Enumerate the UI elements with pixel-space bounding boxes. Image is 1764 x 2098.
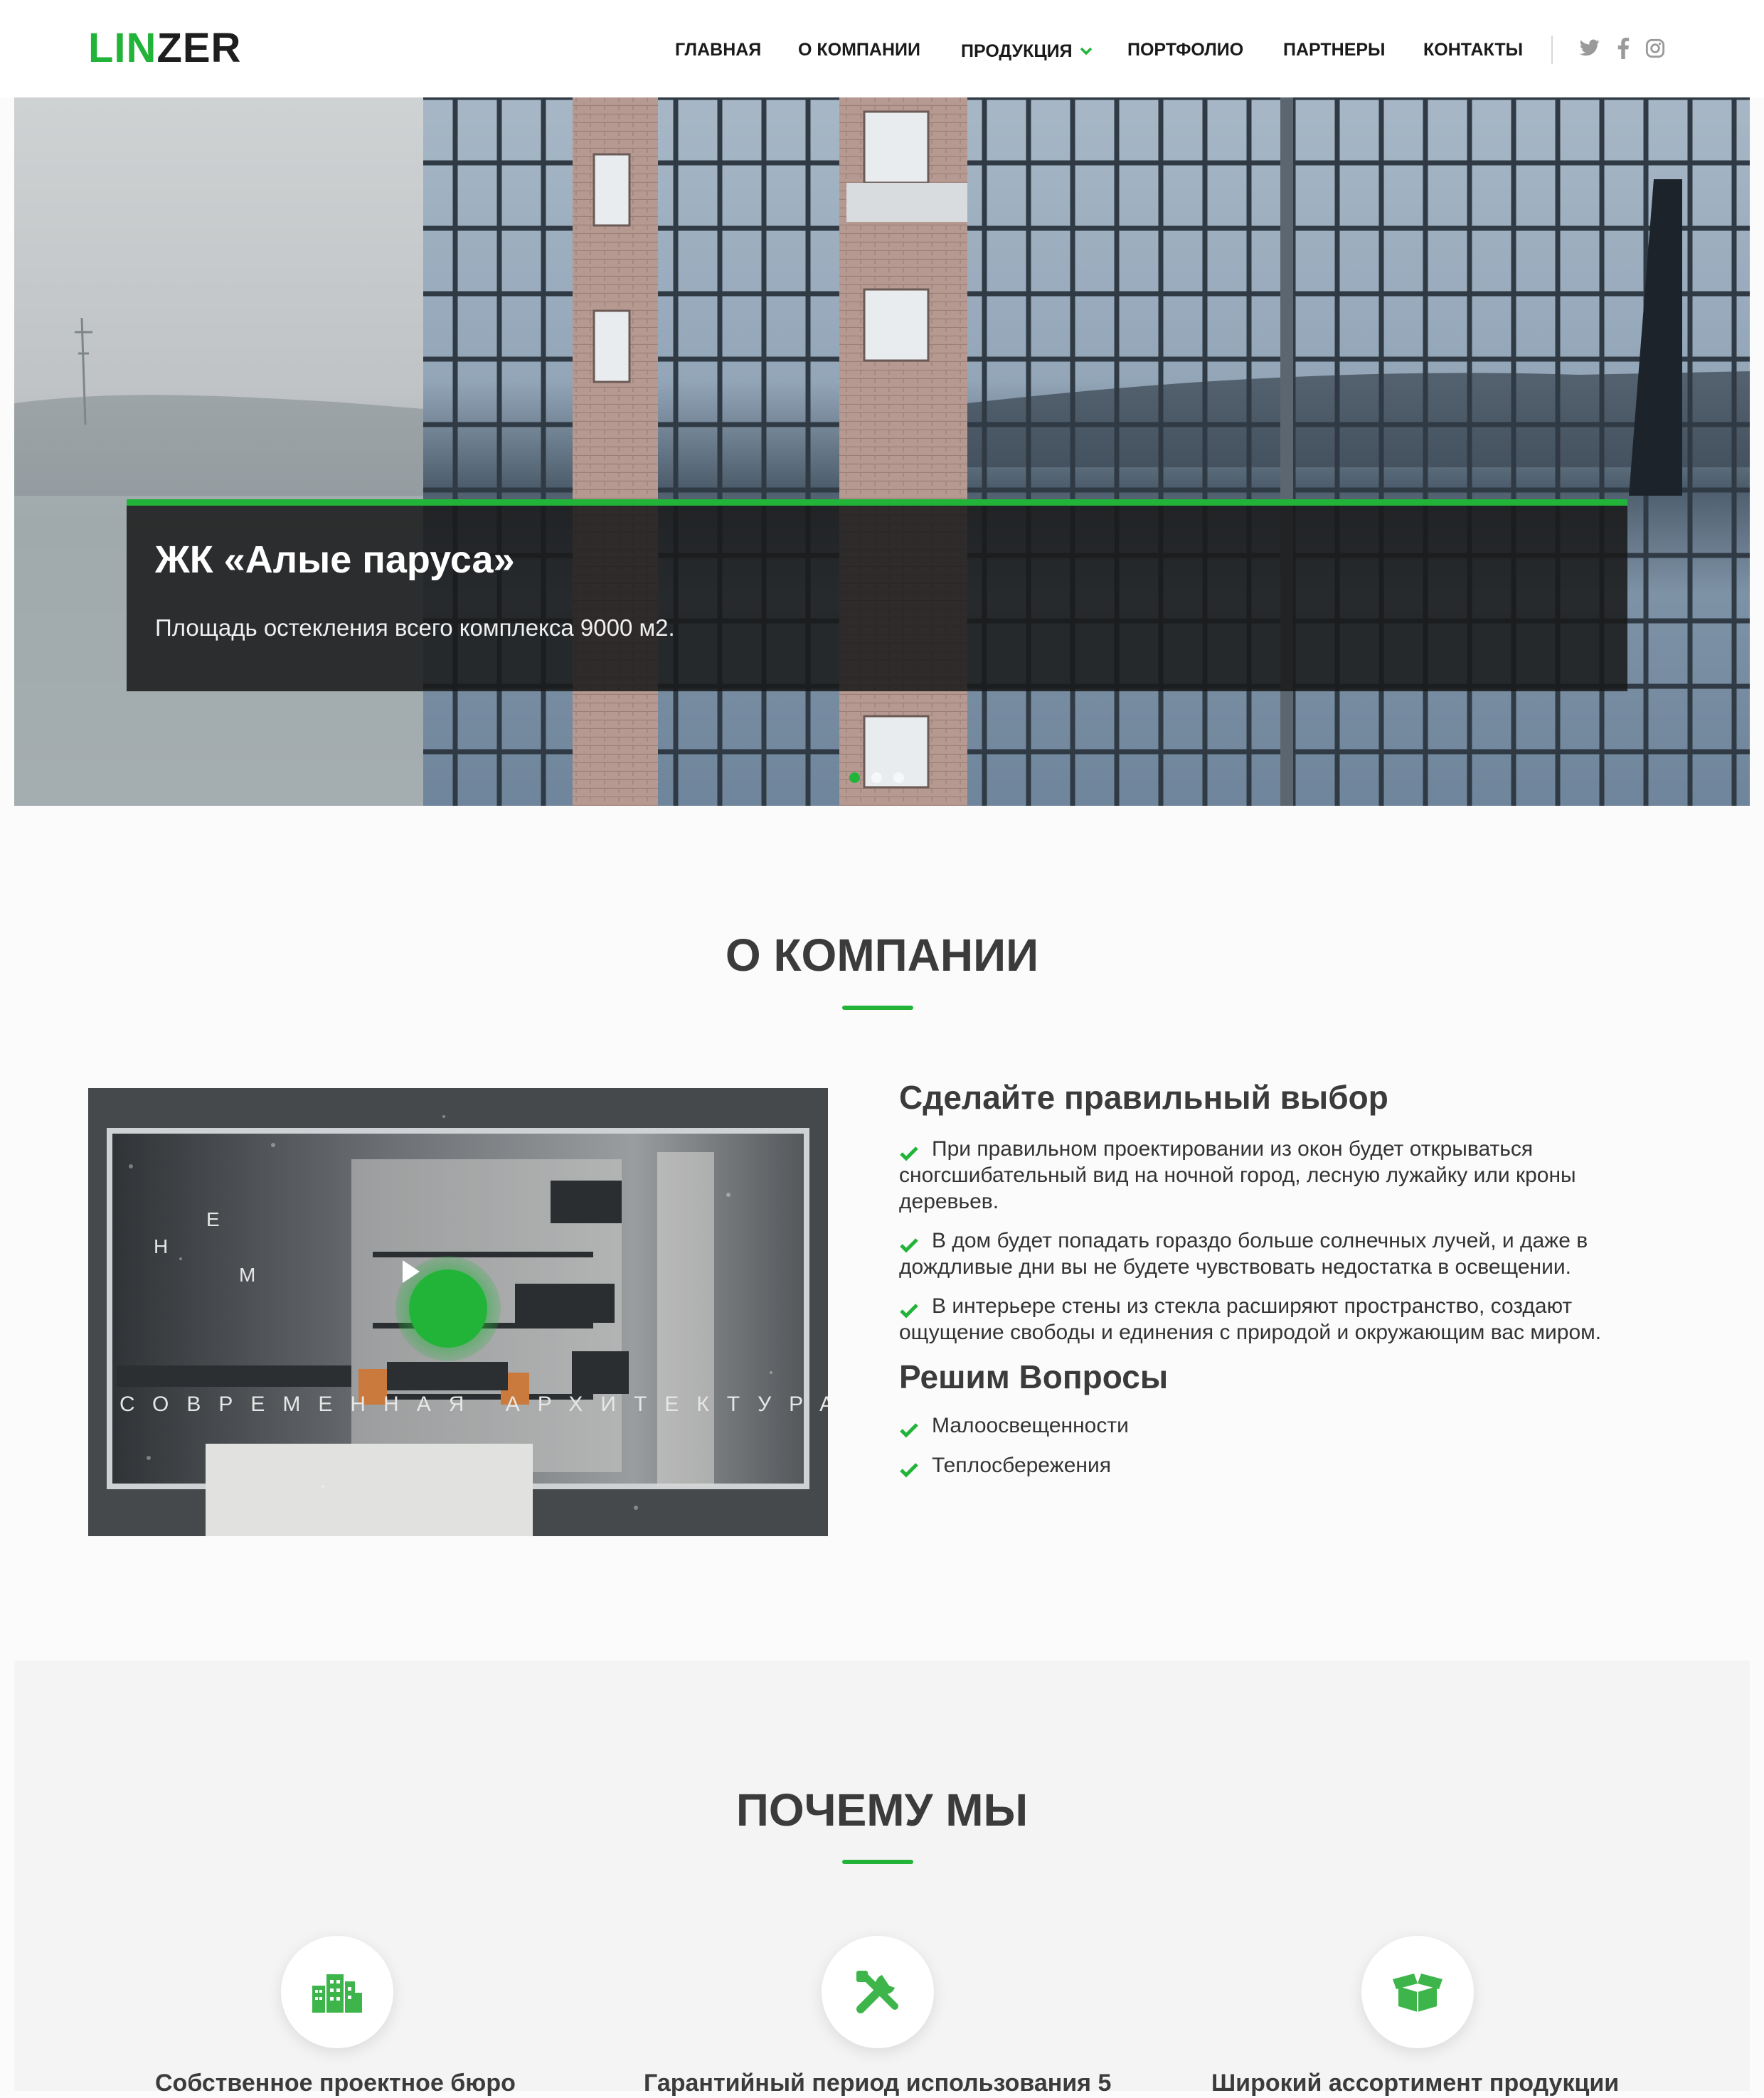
- check-icon: [899, 1141, 919, 1168]
- issue-text: Малоосвещенности: [932, 1414, 1129, 1437]
- list-item: Теплосбережения: [899, 1452, 1646, 1479]
- check-icon: [899, 1299, 919, 1325]
- logo-part-green: LIN: [88, 25, 157, 71]
- check-icon: [899, 1458, 919, 1484]
- building-icon: [312, 1974, 362, 2013]
- box-icon: [1393, 1974, 1442, 2012]
- about-section-title: О КОМПАНИИ: [725, 930, 1039, 981]
- nav-item-partners[interactable]: ПАРТНЕРЫ: [1283, 37, 1386, 63]
- about-text-column: Сделайте правильный выбор При правильном…: [899, 1077, 1646, 1479]
- check-icon: [899, 1418, 919, 1444]
- instagram-icon[interactable]: [1643, 36, 1667, 61]
- site-logo[interactable]: LINZER: [88, 26, 241, 71]
- why-section-title: ПОЧЕМУ МЫ: [735, 1784, 1029, 1836]
- issue-text: Теплосбережения: [932, 1454, 1111, 1477]
- list-item: В дом будет попадать гораздо больше солн…: [899, 1228, 1646, 1280]
- logo-part-dark: ZER: [156, 25, 242, 71]
- video-overlay-letter: Е: [206, 1208, 220, 1230]
- nav-item-portfolio[interactable]: ПОРТФОЛИО: [1127, 37, 1243, 63]
- why-title-underline: [842, 1860, 913, 1864]
- slider-dot[interactable]: [849, 772, 860, 783]
- about-title-underline: [842, 1006, 913, 1010]
- play-button[interactable]: [395, 1256, 501, 1361]
- nav-divider: [1551, 36, 1553, 64]
- slider-dot[interactable]: [893, 772, 904, 783]
- nav-item-about[interactable]: О КОМПАНИИ: [798, 37, 920, 63]
- nav-item-home[interactable]: ГЛАВНАЯ: [675, 37, 761, 63]
- video-overlay-letter: Н: [154, 1235, 169, 1257]
- issues-heading: Решим Вопросы: [899, 1358, 1169, 1395]
- play-icon: [403, 1260, 420, 1283]
- feature-title: Широкий ассортимент продукции: [1211, 2070, 1620, 2097]
- video-overlay-text: СОВРЕМЕННАЯ АРХИТЕКТУРА: [119, 1393, 828, 1416]
- feature-icon-circle: [281, 1936, 393, 2048]
- twitter-icon[interactable]: [1578, 36, 1602, 61]
- facebook-icon[interactable]: [1611, 36, 1635, 61]
- feature-icon-circle: [1361, 1936, 1474, 2048]
- hero-slider: ЖК «Алые паруса» Площадь остекления всег…: [14, 97, 1750, 806]
- chevron-down-icon: [1080, 37, 1093, 63]
- tools-icon: [856, 1971, 898, 2013]
- list-item: В интерьере стены из стекла расширяют пр…: [899, 1293, 1646, 1346]
- hero-building-image: [14, 97, 1750, 806]
- slide-title: ЖК «Алые паруса»: [155, 538, 515, 581]
- slide-caption: ЖК «Алые паруса» Площадь остекления всег…: [127, 499, 1627, 691]
- list-item: При правильном проектировании из окон бу…: [899, 1136, 1646, 1215]
- nav-item-contacts[interactable]: КОНТАКТЫ: [1423, 37, 1523, 63]
- benefit-text: В интерьере стены из стекла расширяют пр…: [899, 1294, 1602, 1344]
- feature-title: Собственное проектное бюро: [155, 2070, 516, 2097]
- feature-icon-circle: [822, 1936, 934, 2048]
- nav-item-products[interactable]: ПРОДУКЦИЯ: [961, 37, 1093, 64]
- issues-list: Малоосвещенности Теплосбережения: [899, 1412, 1646, 1479]
- benefit-text: В дом будет попадать гораздо больше солн…: [899, 1229, 1588, 1279]
- check-icon: [899, 1233, 919, 1260]
- slider-dot[interactable]: [871, 772, 882, 783]
- benefit-text: При правильном проектировании из окон бу…: [899, 1137, 1576, 1213]
- slider-dots: [849, 772, 904, 783]
- site-header: LINZER ГЛАВНАЯ О КОМПАНИИ ПРОДУКЦИЯ ПОРТ…: [0, 0, 1764, 97]
- slide-text: Площадь остекления всего комплекса 9000 …: [155, 614, 675, 641]
- list-item: Малоосвещенности: [899, 1412, 1646, 1439]
- feature-title: Гарантийный период использования 5: [644, 2070, 1112, 2097]
- benefits-list: При правильном проектировании из окон бу…: [899, 1136, 1646, 1346]
- video-overlay-letter: М: [239, 1264, 256, 1286]
- nav-item-products-label: ПРОДУКЦИЯ: [961, 41, 1073, 61]
- choice-heading: Сделайте правильный выбор: [899, 1079, 1388, 1116]
- about-video[interactable]: Е Н М СОВРЕМЕННАЯ АРХИТЕКТУРА: [88, 1088, 828, 1536]
